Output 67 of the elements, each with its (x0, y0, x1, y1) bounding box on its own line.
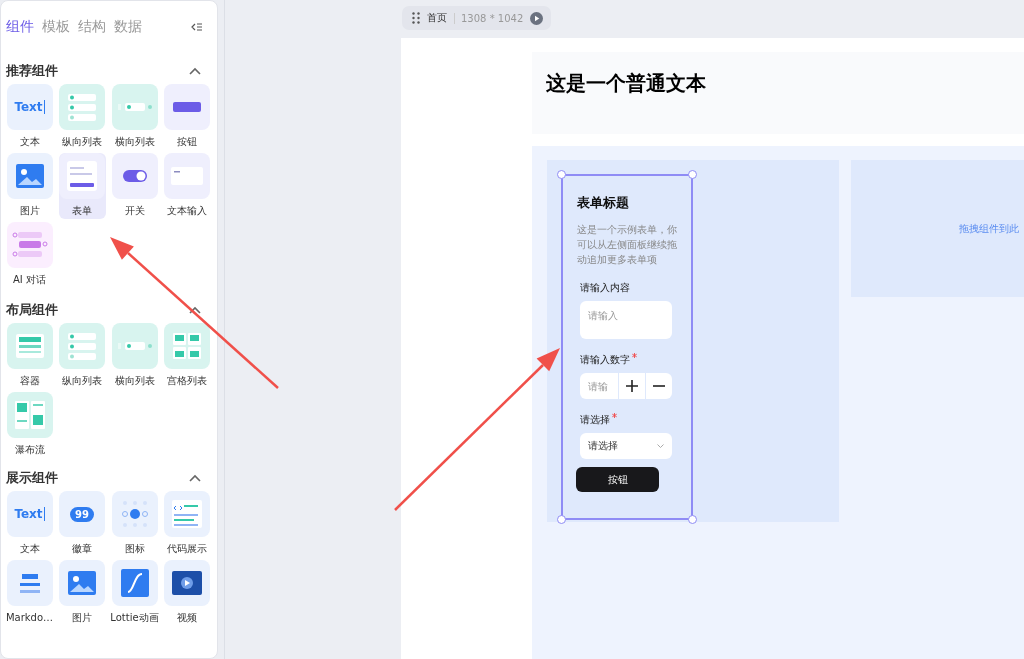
component-label: 图片 (19, 205, 40, 217)
chevron-down-icon (657, 444, 664, 448)
form-description: 这是一个示例表单，你可以从左侧面板继续拖动追加更多表单项 (577, 223, 678, 267)
select-field[interactable]: 请选择 (580, 433, 672, 459)
page-name: 首页 (427, 11, 447, 25)
field-label: 请输入数字 (580, 353, 630, 367)
section-title: 推荐组件 (6, 62, 58, 80)
form-icon (64, 159, 100, 193)
switch-icon (122, 170, 147, 182)
component-label: 横向列表 (114, 375, 155, 387)
decrement-button[interactable] (646, 373, 672, 399)
text-sample: Text (14, 507, 45, 521)
component-label: 文本输入 (167, 205, 207, 217)
text-area-field[interactable]: 请输入 (580, 301, 672, 339)
chevron-icon[interactable] (189, 67, 201, 75)
hlist-icon (117, 341, 152, 351)
component-label: 横向列表 (114, 136, 155, 148)
component-label: Lottie动画 (110, 612, 159, 624)
component-label: Markdo… (5, 612, 54, 624)
component-label: 宫格列表 (167, 375, 207, 387)
component-label: AI 对话 (13, 274, 46, 286)
resize-handle[interactable] (688, 515, 697, 524)
image-icon (68, 571, 96, 595)
field-label: 请输入内容 (580, 281, 630, 295)
page-size: 1308 * 1042 (454, 12, 524, 24)
heading-text: 这是一个普通文本 (546, 71, 706, 95)
text-sample: Text (14, 100, 45, 114)
form-title: 表单标题 (577, 194, 630, 212)
component-label: 文本 (19, 543, 40, 555)
panel-tab[interactable]: 组件 (6, 18, 34, 36)
input-icon (171, 167, 203, 185)
chevron-icon[interactable] (189, 474, 201, 482)
component-item[interactable]: 表单 (58, 153, 106, 219)
component-label: 纵向列表 (62, 375, 102, 387)
component-label: 图片 (72, 612, 92, 624)
play-icon[interactable] (530, 11, 544, 25)
component-label: 表单 (72, 205, 92, 217)
badge-sample: 99 (70, 506, 94, 522)
component-label: 纵向列表 (62, 136, 102, 148)
drag-handle-icon[interactable] (412, 12, 420, 24)
image-icon (15, 164, 44, 188)
submit-button[interactable]: 按钮 (576, 467, 659, 492)
plus-icon (626, 380, 638, 392)
hlist-icon (117, 102, 152, 112)
button-icon (173, 102, 201, 112)
component-label: 视频 (177, 612, 197, 624)
resize-handle[interactable] (688, 170, 697, 179)
minus-icon (653, 385, 665, 387)
resize-handle[interactable] (557, 170, 566, 179)
section-title: 展示组件 (6, 469, 58, 487)
field-label: 请选择 (580, 413, 610, 427)
component-label: 代码展示 (167, 543, 207, 555)
component-label: 文本 (19, 136, 40, 148)
component-label: 图标 (124, 543, 145, 555)
resize-handle[interactable] (557, 515, 566, 524)
component-label: 容器 (19, 375, 40, 387)
component-label: 瀑布流 (14, 444, 45, 456)
chevron-icon[interactable] (189, 306, 201, 314)
number-input-field[interactable]: 请输 (580, 373, 618, 399)
increment-button[interactable] (619, 373, 645, 399)
component-label: 开关 (124, 205, 145, 217)
section-title: 布局组件 (6, 301, 58, 319)
code-icon (169, 497, 205, 531)
drop-hint: 拖拽组件到此 (959, 221, 1019, 236)
collapse-icon[interactable] (191, 22, 203, 32)
component-label: 按钮 (177, 136, 197, 148)
component-label: 徽章 (72, 543, 92, 555)
